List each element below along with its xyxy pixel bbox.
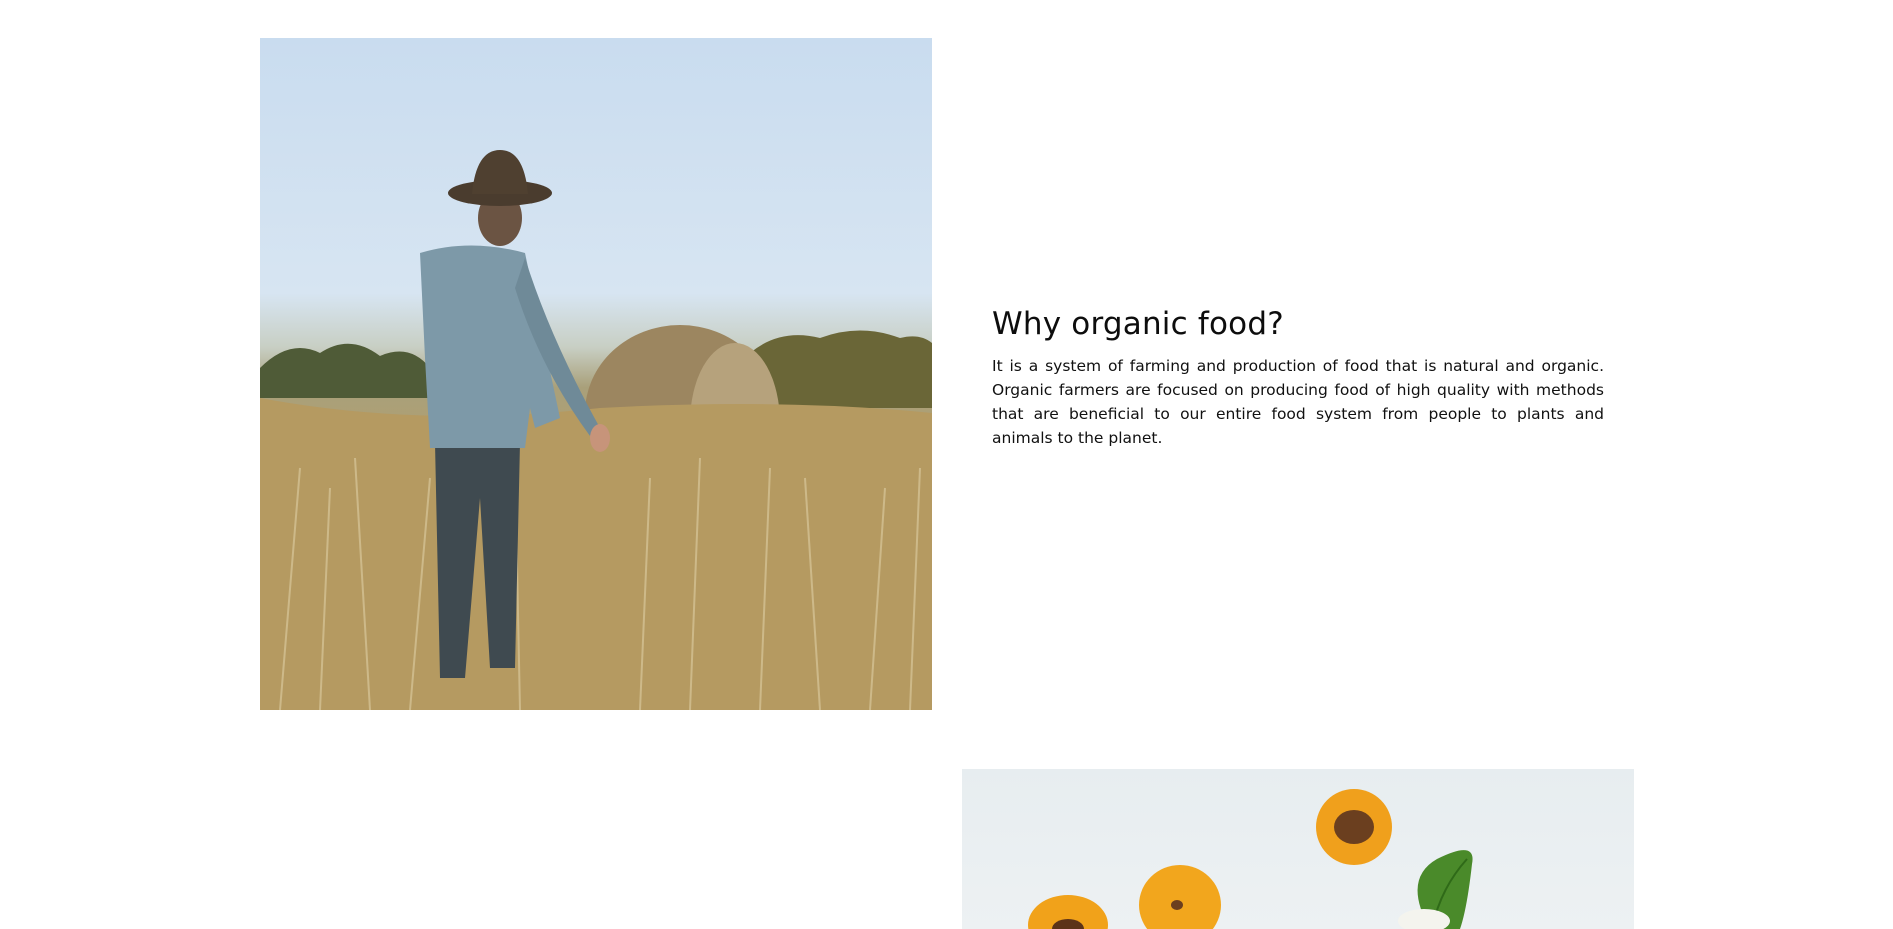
organic-info-block: Why organic food? It is a system of farm…: [992, 306, 1604, 450]
section-body: It is a system of farming and production…: [992, 357, 1604, 447]
apricot-photo: [962, 769, 1634, 929]
section-heading: Why organic food?: [992, 306, 1284, 342]
farmer-field-photo-art: [260, 150, 932, 710]
farmer-field-photo: [260, 38, 932, 710]
apricot-photo-art: [1028, 789, 1473, 929]
